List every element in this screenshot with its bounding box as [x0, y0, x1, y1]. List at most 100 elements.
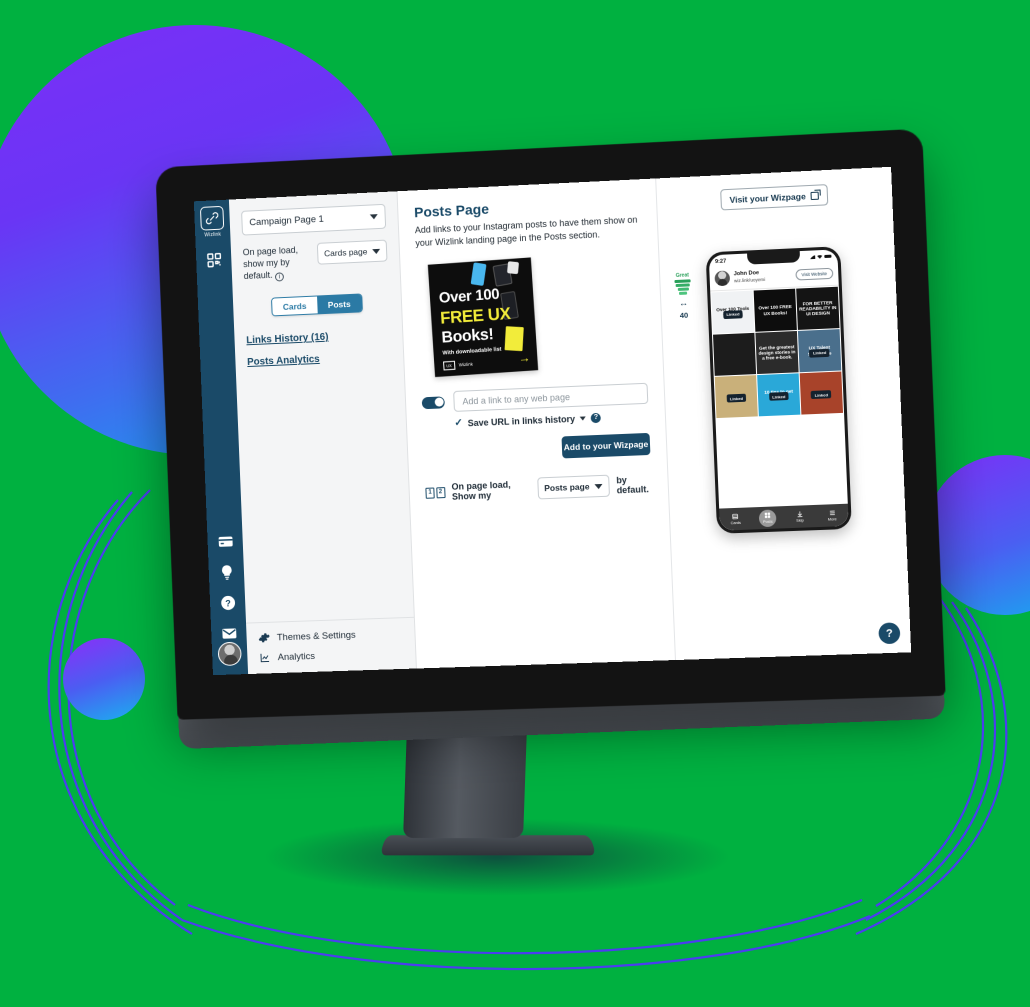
campaign-select[interactable]: Campaign Page 1 — [241, 203, 387, 236]
grid-icon — [764, 512, 771, 519]
cards-posts-toggle: Cards Posts — [271, 293, 363, 317]
link-posts-analytics[interactable]: Posts Analytics — [247, 351, 392, 368]
wifi-icon — [817, 255, 822, 259]
phone-grid-cell[interactable]: Over 100 Tools for UX/UILinked — [711, 290, 755, 334]
qr-grid-icon[interactable] — [205, 251, 222, 269]
rows-icon — [732, 513, 739, 520]
page-load-value: Posts page — [544, 481, 590, 494]
gauge-value: 40 — [679, 310, 689, 320]
phone-nav-posts-label: Posts — [762, 519, 773, 525]
card-brand: UX Wizlink — [443, 360, 473, 371]
page-load-select[interactable]: Posts page — [536, 474, 610, 500]
gauge-label: Great — [675, 272, 690, 279]
page-number-icon: 1 2 — [425, 486, 446, 499]
phone-visit-website-button[interactable]: Visit Website — [795, 267, 834, 281]
phone-nav-more-label: More — [827, 517, 837, 522]
linked-badge: Linked — [726, 394, 747, 404]
phone-screen: 9:27 John Doe wiz.link/uoyemi Visit Webs… — [708, 249, 849, 531]
phone-bottom-nav: Cards Posts Skip More — [719, 503, 849, 531]
analytics-label: Analytics — [277, 650, 316, 663]
checkbox-checked-icon[interactable]: ✓ — [454, 418, 463, 429]
phone-nav-more[interactable]: More — [816, 509, 849, 522]
sidebar-item-themes-settings[interactable]: Themes & Settings — [258, 627, 403, 644]
help-icon[interactable]: ? — [590, 412, 602, 423]
phone-nav-skip[interactable]: Skip — [784, 510, 817, 523]
linked-badge: Linked — [768, 392, 790, 402]
phone-avatar — [714, 270, 731, 287]
phone-post-grid: Over 100 Tools for UX/UILinkedOver 100 F… — [710, 286, 844, 419]
page-description: Add links to your Instagram posts to hav… — [414, 214, 638, 249]
phone-grid-cell[interactable]: Linked — [714, 375, 758, 418]
question-circle-icon[interactable]: ? — [219, 594, 236, 611]
lightbulb-icon[interactable] — [218, 564, 235, 581]
post-preview-card[interactable]: Over 100 FREE UX Books! With downloadabl… — [427, 257, 539, 378]
battery-icon — [824, 254, 832, 259]
card-deco-phone — [470, 262, 487, 287]
phone-grid-cell-text — [732, 352, 736, 356]
page-load-suffix: by default. — [616, 475, 649, 496]
onload-page-select[interactable]: Cards page — [316, 239, 388, 265]
gear-icon — [258, 633, 270, 643]
page-number-1: 1 — [425, 487, 435, 499]
wizlink-logo-icon[interactable] — [199, 205, 225, 231]
campaign-select-value: Campaign Page 1 — [249, 213, 325, 229]
download-icon — [796, 510, 803, 517]
info-icon[interactable]: i — [274, 272, 285, 282]
onload-page-value: Cards page — [323, 246, 368, 259]
card-deco-note-yellow — [504, 326, 524, 352]
phone-nav-cards[interactable]: Cards — [719, 512, 752, 525]
linked-badge: Linked — [811, 390, 832, 400]
phone-grid-cell[interactable]: UX Talent SubstanceLinked — [797, 329, 842, 373]
card-deco-page — [507, 261, 520, 275]
page-load-row: 1 2 On page load, Show my Posts page by … — [425, 473, 652, 504]
gauge-bar-3 — [677, 287, 689, 291]
center-panel: Posts Page Add links to your Instagram p… — [397, 178, 676, 669]
add-to-wizpage-button[interactable]: Add to your Wizpage — [561, 432, 651, 459]
link-input-row: Add a link to any web page — [421, 382, 649, 413]
onload-label: On page load, show my by default. i — [243, 243, 313, 283]
phone-grid-cell-text: FOR BETTER READABILITY IN UI DESIGN — [799, 299, 837, 317]
arrow-right-icon: → — [517, 350, 531, 366]
preview-panel: Visit your Wizpage Great ↔ 40 9:27 John … — [656, 166, 912, 661]
app-screen: Wizlink ? Campaign Page 1 On page load, … — [193, 166, 912, 676]
wallet-icon[interactable] — [217, 533, 234, 550]
chevron-down-icon[interactable] — [579, 416, 587, 421]
help-fab-button[interactable]: ? — [878, 622, 901, 645]
external-link-icon — [810, 191, 820, 200]
phone-nav-skip-label: Skip — [796, 518, 804, 523]
phone-grid-cell[interactable]: Linked — [799, 371, 843, 415]
phone-grid-cell[interactable]: 10 tips to get into UXLinked — [757, 373, 801, 417]
phone-grid-cell[interactable]: FOR BETTER READABILITY IN UI DESIGN — [796, 286, 840, 330]
chevron-down-icon — [369, 214, 378, 220]
link-toggle[interactable] — [421, 395, 445, 409]
scene: Wizlink ? Campaign Page 1 On page load, … — [0, 0, 1030, 1007]
phone-grid-cell[interactable]: Over 100 FREE UX Books! — [753, 288, 797, 332]
phone-grid-cell-text: Over 100 FREE UX Books! — [758, 304, 792, 316]
link-links-history[interactable]: Links History (16) — [246, 329, 391, 347]
envelope-icon[interactable] — [220, 625, 237, 642]
page-number-2: 2 — [435, 486, 446, 498]
visit-wizpage-button[interactable]: Visit your Wizpage — [720, 184, 829, 211]
monitor: Wizlink ? Campaign Page 1 On page load, … — [155, 128, 946, 720]
phone-nav-posts-active: Posts — [758, 508, 777, 527]
phone-time: 9:27 — [714, 258, 727, 265]
tab-posts[interactable]: Posts — [316, 294, 362, 314]
score-gauge: Great ↔ 40 — [669, 272, 697, 320]
rail-spacer — [214, 269, 224, 520]
left-panel-footer: Themes & Settings Analytics — [246, 616, 416, 675]
phone-nav-posts[interactable]: Posts — [751, 508, 784, 527]
resize-arrows-icon[interactable]: ↔ — [670, 297, 697, 308]
link-input[interactable]: Add a link to any web page — [453, 382, 649, 413]
chevron-down-icon — [594, 483, 603, 489]
menu-icon — [828, 509, 835, 516]
gauge-bar-4 — [678, 291, 688, 295]
gradient-circle-small — [63, 638, 145, 720]
tab-cards[interactable]: Cards — [272, 296, 318, 316]
svg-text:?: ? — [225, 598, 231, 608]
user-avatar[interactable] — [217, 641, 242, 667]
phone-grid-cell[interactable]: Get the greatest design stories in a fre… — [755, 331, 799, 374]
phone-grid-cell[interactable] — [713, 332, 757, 376]
card-brand-label: Wizlink — [458, 361, 473, 368]
sidebar-item-analytics[interactable]: Analytics — [259, 647, 404, 664]
card-line3: Books! — [440, 326, 494, 347]
